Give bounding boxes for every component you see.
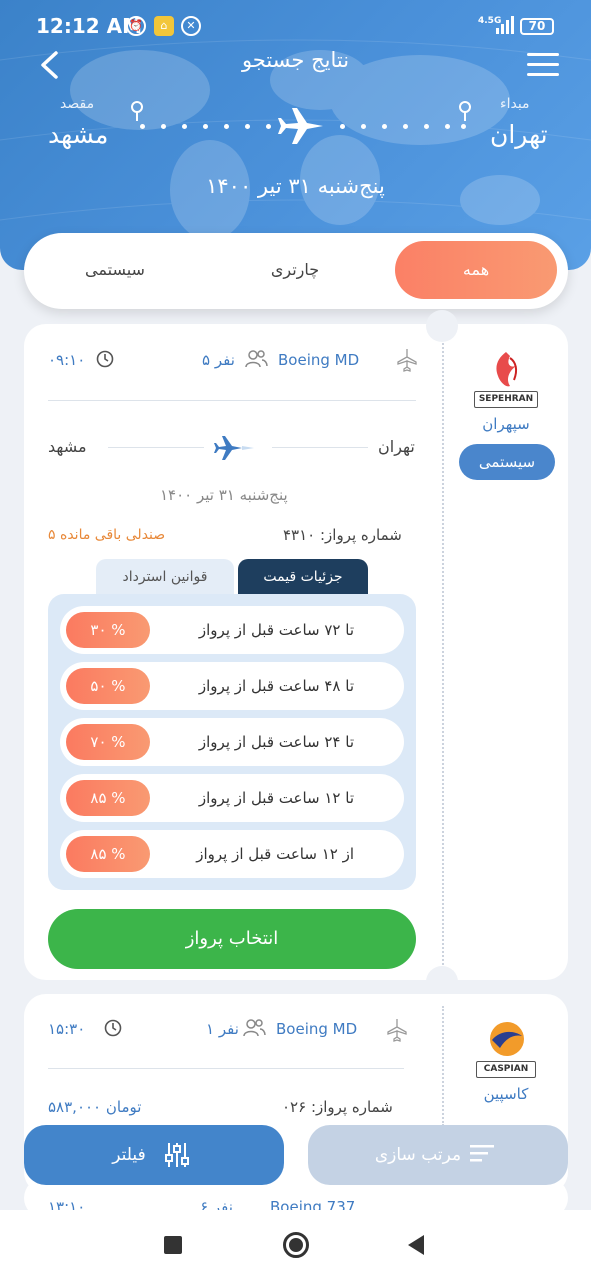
tab-charter[interactable]: چارتری	[240, 260, 350, 279]
divider	[48, 1068, 404, 1069]
tab-refund-rules[interactable]: قوانین استرداد	[96, 559, 234, 595]
plane-small-icon	[387, 1019, 407, 1042]
seats-remaining: ۵ صندلی باقی مانده	[48, 527, 166, 543]
tab-systemic[interactable]: سیستمی	[55, 260, 175, 279]
rule-text: تا ۴۸ ساعت قبل از پرواز	[198, 677, 354, 695]
flight-number: شماره پرواز: ۴۳۱۰	[283, 526, 402, 544]
departure-time: ۱۵:۳۰	[48, 1020, 86, 1038]
caspian-logo-icon	[490, 1022, 524, 1056]
select-flight-button[interactable]: انتخاب پرواز	[48, 909, 416, 969]
filter-label: فیلتر	[112, 1145, 146, 1165]
aircraft-model: Boeing MD	[278, 351, 360, 369]
origin-city: تهران	[490, 120, 548, 149]
aircraft-model: Boeing MD	[276, 1020, 358, 1038]
home-icon[interactable]	[283, 1232, 309, 1258]
passenger-count: ۱ نفر	[206, 1020, 239, 1038]
battery-indicator: 70	[520, 18, 554, 35]
card-separator	[442, 336, 444, 972]
airline-name: سپهران	[482, 415, 530, 433]
rule-text: تا ۲۴ ساعت قبل از پرواز	[198, 733, 354, 751]
clock-icon	[96, 350, 114, 368]
flight-date: پنج‌شنبه ۳۱ تیر ۱۴۰۰	[160, 486, 288, 504]
system-nav-bar	[0, 1210, 591, 1280]
hamburger-menu-icon[interactable]	[527, 53, 559, 77]
origin-label: مبداء	[500, 96, 530, 112]
sort-button[interactable]: مرتب سازی	[308, 1125, 568, 1185]
destination-label: مقصد	[60, 96, 95, 112]
rule-text: تا ۱۲ ساعت قبل از پرواز	[198, 789, 354, 807]
tab-all[interactable]: همه	[395, 241, 557, 299]
rule-text: از ۱۲ ساعت قبل از پرواز	[196, 845, 354, 863]
sepehran-logo-icon	[496, 352, 518, 387]
rule-percent: ۸۵ %	[66, 780, 150, 816]
route-line	[272, 447, 368, 448]
refund-rule-row: تا ۲۴ ساعت قبل از پرواز ۷۰ %	[60, 718, 404, 766]
refund-rule-row: تا ۱۲ ساعت قبل از پرواز ۸۵ %	[60, 774, 404, 822]
flight-type-badge: سیستمی	[459, 444, 555, 480]
header-date: پنج‌شنبه ۳۱ تیر ۱۴۰۰	[206, 174, 385, 198]
from-city: تهران	[378, 437, 415, 456]
destination-city: مشهد	[48, 120, 109, 149]
flight-number: شماره پرواز: ۰۲۶	[282, 1098, 393, 1116]
route-line	[108, 447, 204, 448]
rule-text: تا ۷۲ ساعت قبل از پرواز	[198, 621, 354, 639]
refund-rule-row: تا ۴۸ ساعت قبل از پرواز ۵۰ %	[60, 662, 404, 710]
airline-logo-text: CASPIAN	[476, 1061, 536, 1078]
back-triangle-icon[interactable]	[406, 1234, 426, 1256]
close-circle-icon: ✕	[181, 16, 201, 36]
filter-sliders-icon	[165, 1143, 189, 1167]
plane-small-icon	[397, 349, 417, 372]
filter-button[interactable]: فیلتر	[24, 1125, 284, 1185]
alarm-icon: ⏰	[126, 16, 146, 36]
refund-rule-row: از ۱۲ ساعت قبل از پرواز ۸۵ %	[60, 830, 404, 878]
card-separator	[442, 1006, 444, 1126]
divider	[48, 400, 416, 401]
rule-percent: ۸۵ %	[66, 836, 150, 872]
signal-icon	[496, 16, 514, 34]
passenger-count: ۵ نفر	[202, 351, 235, 369]
airline-logo-text: SEPEHRAN	[474, 391, 538, 408]
airplane-route-icon	[214, 436, 254, 460]
rule-percent: ۳۰ %	[66, 612, 150, 648]
destination-pin-icon	[131, 101, 143, 121]
passengers-icon	[245, 350, 268, 368]
rule-percent: ۵۰ %	[66, 668, 150, 704]
airplane-icon	[278, 108, 323, 144]
to-city: مشهد	[48, 437, 87, 456]
tab-price-details[interactable]: جزئیات قیمت	[238, 559, 368, 595]
app-notification-icon: ⌂	[154, 16, 174, 36]
refund-rule-row: تا ۷۲ ساعت قبل از پرواز ۳۰ %	[60, 606, 404, 654]
recents-icon[interactable]	[164, 1236, 182, 1254]
clock-icon	[104, 1019, 122, 1037]
rule-percent: ۷۰ %	[66, 724, 150, 760]
passengers-icon	[243, 1019, 266, 1037]
card-notch	[426, 310, 458, 342]
departure-time: ۰۹:۱۰	[48, 351, 86, 369]
sort-lines-icon	[470, 1145, 494, 1162]
refund-rules-panel: تا ۷۲ ساعت قبل از پرواز ۳۰ % تا ۴۸ ساعت …	[48, 594, 416, 890]
page-title: نتایج جستجو	[241, 48, 350, 72]
flight-price: ۵۸۳,۰۰۰ تومان	[48, 1098, 142, 1116]
airline-name: کاسپین	[483, 1085, 529, 1103]
origin-pin-icon	[459, 101, 471, 121]
